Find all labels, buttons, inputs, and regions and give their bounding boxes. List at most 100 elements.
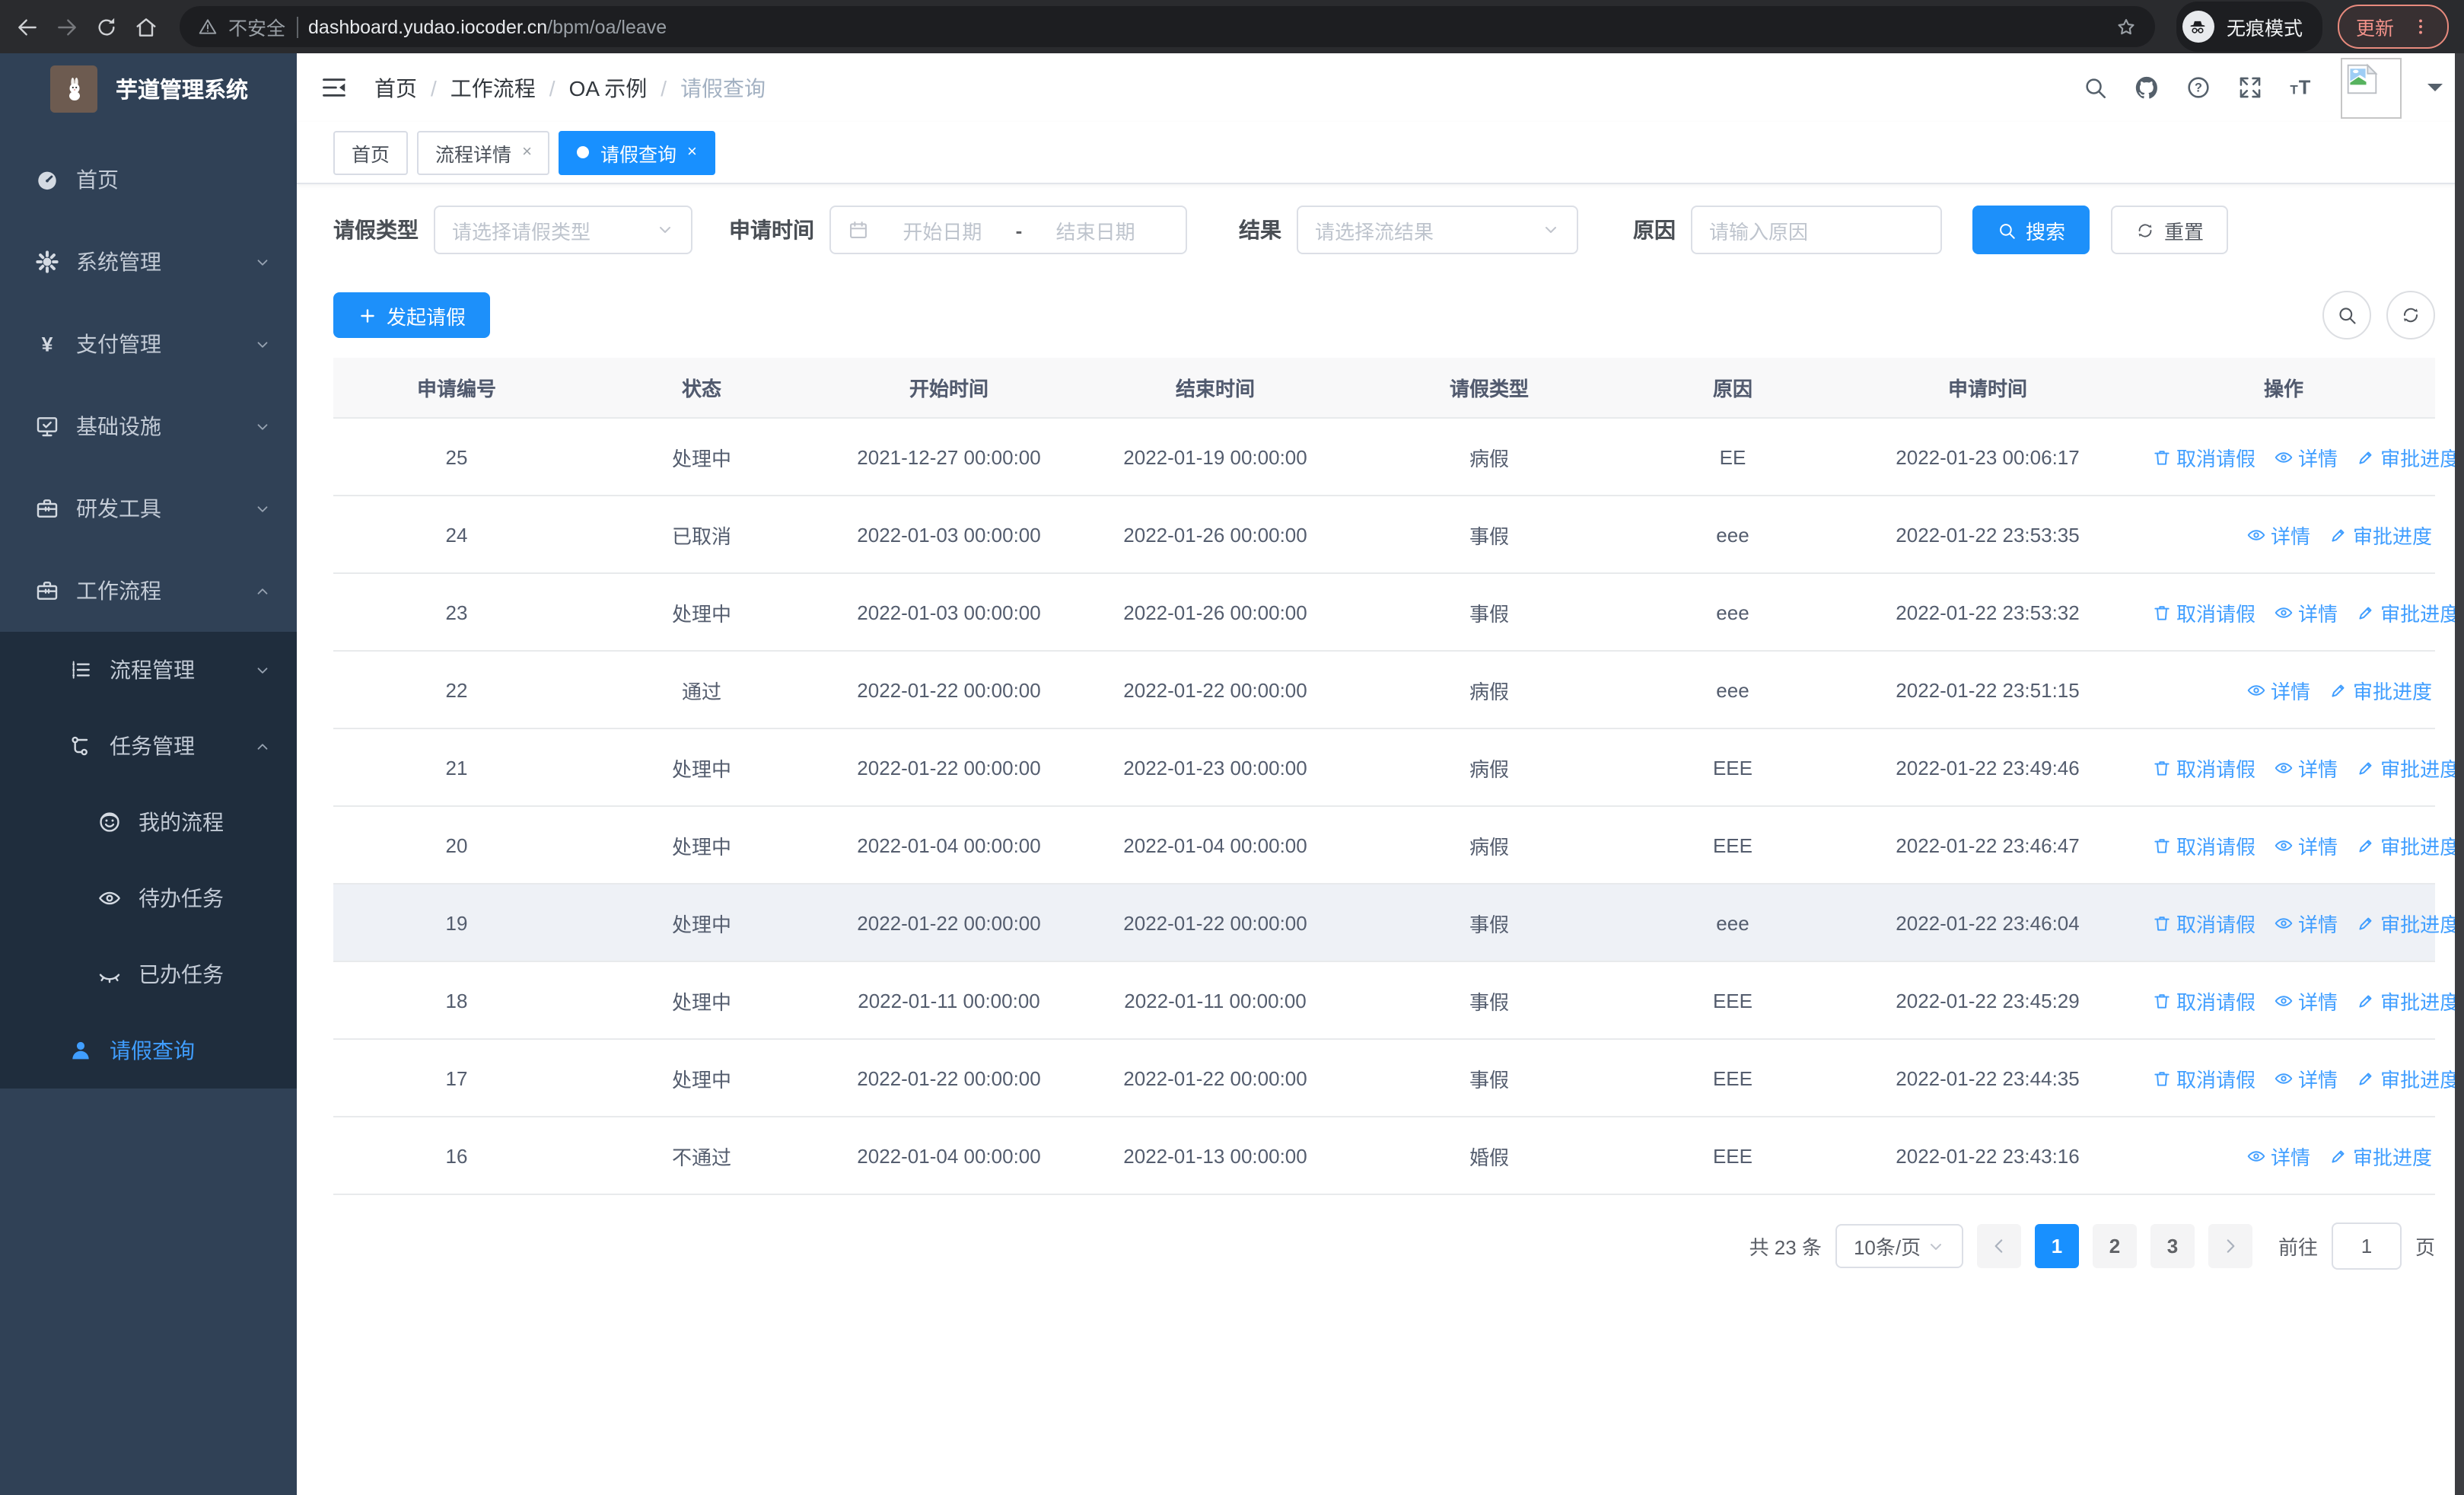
breadcrumb-item[interactable]: 工作流程 xyxy=(450,72,536,103)
sidebar-item-infrastructure[interactable]: 基础设施 xyxy=(0,385,297,467)
help-icon[interactable]: ? xyxy=(2185,75,2211,100)
breadcrumb-item[interactable]: 请假查询 xyxy=(680,72,766,103)
sidebar-item-system[interactable]: 系统管理 xyxy=(0,221,297,303)
page-button-1[interactable]: 1 xyxy=(2034,1224,2079,1268)
cell-start: 2022-01-04 00:00:00 xyxy=(823,806,1074,885)
column-header: 结束时间 xyxy=(1074,358,1356,419)
search-icon[interactable] xyxy=(2082,75,2108,100)
page-button-2[interactable]: 2 xyxy=(2092,1224,2137,1268)
cell-status: 处理中 xyxy=(580,728,823,807)
cell-type: 事假 xyxy=(1356,1039,1622,1117)
table-search-toggle-button[interactable] xyxy=(2322,291,2371,339)
browser-forward-icon[interactable] xyxy=(55,14,79,39)
tab-process-detail[interactable]: 流程详情 × xyxy=(417,130,550,174)
font-size-icon[interactable]: TT xyxy=(2289,75,2315,100)
browser-back-icon[interactable] xyxy=(15,14,40,39)
table-row: 20 处理中 2022-01-04 00:00:00 2022-01-04 00:00… xyxy=(333,806,2459,885)
detail-link[interactable]: 详情 xyxy=(2246,675,2310,704)
cancel-leave-link[interactable]: 取消请假 xyxy=(2152,1063,2255,1092)
approval-progress-link[interactable]: 审批进度 xyxy=(2329,520,2432,549)
sidebar-item-payment[interactable]: ¥ 支付管理 xyxy=(0,303,297,385)
approval-progress-link[interactable]: 审批进度 xyxy=(2356,1063,2459,1092)
table-row: 16 不通过 2022-01-04 00:00:00 2022-01-13 00:00… xyxy=(333,1117,2435,1195)
github-icon[interactable] xyxy=(2134,75,2160,100)
approval-progress-link[interactable]: 审批进度 xyxy=(2356,598,2459,626)
approval-progress-link[interactable]: 审批进度 xyxy=(2329,1141,2432,1170)
cell-type: 事假 xyxy=(1356,573,1622,652)
approval-progress-link[interactable]: 审批进度 xyxy=(2356,753,2459,782)
approval-progress-link[interactable]: 审批进度 xyxy=(2329,675,2432,704)
address-bar[interactable]: 不安全 dashboard.yudao.iocoder.cn/bpm/oa/le… xyxy=(180,6,2155,47)
cell-status: 处理中 xyxy=(580,1039,823,1117)
trash-icon xyxy=(2152,1068,2172,1088)
approval-progress-link[interactable]: 审批进度 xyxy=(2356,442,2459,471)
cancel-leave-link[interactable]: 取消请假 xyxy=(2152,753,2255,782)
sidebar-collapse-icon[interactable] xyxy=(320,73,349,102)
sidebar-item-workflow[interactable]: 工作流程 xyxy=(0,550,297,632)
browser-update-button[interactable]: 更新 xyxy=(2337,5,2449,49)
apply-time-range-picker[interactable]: 开始日期 - 结束日期 xyxy=(829,206,1187,254)
page-button-3[interactable]: 3 xyxy=(2150,1224,2195,1268)
detail-link[interactable]: 详情 xyxy=(2274,908,2338,937)
sidebar-item-home[interactable]: 首页 xyxy=(0,139,297,221)
sidebar-item-my-process[interactable]: 我的流程 xyxy=(0,784,297,860)
prev-page-button[interactable] xyxy=(1976,1224,2021,1268)
tab-home[interactable]: 首页 xyxy=(333,130,409,174)
detail-link[interactable]: 详情 xyxy=(2274,753,2338,782)
fullscreen-icon[interactable] xyxy=(2237,75,2263,100)
detail-link[interactable]: 详情 xyxy=(2274,598,2338,626)
page-scrollbar[interactable] xyxy=(2455,53,2464,1495)
goto-page-input[interactable] xyxy=(2331,1222,2402,1270)
breadcrumb-item[interactable]: 首页 xyxy=(374,72,417,103)
detail-link[interactable]: 详情 xyxy=(2274,830,2338,859)
cancel-leave-link[interactable]: 取消请假 xyxy=(2152,830,2255,859)
flow-icon xyxy=(68,734,93,758)
close-icon[interactable]: × xyxy=(522,143,532,161)
browser-home-icon[interactable] xyxy=(134,14,158,39)
browser-reload-icon[interactable] xyxy=(94,14,119,39)
bookmark-star-icon[interactable] xyxy=(2115,16,2137,37)
cell-end: 2022-01-04 00:00:00 xyxy=(1074,806,1356,885)
leave-type-select[interactable]: 请选择请假类型 xyxy=(434,206,692,254)
close-icon[interactable]: × xyxy=(687,143,697,161)
approval-progress-link[interactable]: 审批进度 xyxy=(2356,830,2459,859)
cell-end: 2022-01-22 00:00:00 xyxy=(1074,884,1356,962)
sidebar-item-leave-query[interactable]: 请假查询 xyxy=(0,1012,297,1089)
cell-type: 事假 xyxy=(1356,884,1622,962)
cancel-leave-link[interactable]: 取消请假 xyxy=(2152,442,2255,471)
sidebar-item-process-mgmt[interactable]: 流程管理 xyxy=(0,632,297,708)
create-leave-button[interactable]: 发起请假 xyxy=(333,292,491,338)
page-size-select[interactable]: 10条/页 xyxy=(1835,1224,1963,1268)
cell-status: 处理中 xyxy=(580,884,823,962)
table-refresh-button[interactable] xyxy=(2386,291,2435,339)
sidebar-item-task-mgmt[interactable]: 任务管理 xyxy=(0,708,297,784)
detail-link[interactable]: 详情 xyxy=(2274,442,2338,471)
reason-input[interactable]: 请输入原因 xyxy=(1691,206,1942,254)
sidebar-item-todo-tasks[interactable]: 待办任务 xyxy=(0,860,297,936)
search-button[interactable]: 搜索 xyxy=(1972,206,2090,254)
tab-leave-query[interactable]: 请假查询 × xyxy=(559,130,715,174)
detail-link[interactable]: 详情 xyxy=(2246,520,2310,549)
breadcrumb-separator: / xyxy=(431,75,437,100)
cancel-leave-link[interactable]: 取消请假 xyxy=(2152,986,2255,1015)
approval-progress-link[interactable]: 审批进度 xyxy=(2356,908,2459,937)
sidebar-item-label: 我的流程 xyxy=(138,810,224,834)
cancel-leave-link[interactable]: 取消请假 xyxy=(2152,598,2255,626)
browser-menu-icon[interactable] xyxy=(2411,17,2431,37)
sidebar-item-done-tasks[interactable]: 已办任务 xyxy=(0,936,297,1012)
result-select[interactable]: 请选择流结果 xyxy=(1297,206,1578,254)
approval-progress-link[interactable]: 审批进度 xyxy=(2356,986,2459,1015)
cell-start: 2021-12-27 00:00:00 xyxy=(823,418,1074,496)
detail-link[interactable]: 详情 xyxy=(2246,1141,2310,1170)
sidebar-item-dev-tools[interactable]: 研发工具 xyxy=(0,467,297,550)
tab-label: 流程详情 xyxy=(435,144,512,165)
detail-link[interactable]: 详情 xyxy=(2274,986,2338,1015)
detail-link[interactable]: 详情 xyxy=(2274,1063,2338,1092)
avatar-caret-icon[interactable] xyxy=(2427,84,2443,99)
cancel-leave-link[interactable]: 取消请假 xyxy=(2152,908,2255,937)
avatar[interactable] xyxy=(2341,57,2402,118)
chevron-down-icon xyxy=(254,418,271,435)
next-page-button[interactable] xyxy=(2208,1224,2252,1268)
breadcrumb-item[interactable]: OA 示例 xyxy=(569,72,648,103)
reset-button[interactable]: 重置 xyxy=(2111,206,2229,254)
